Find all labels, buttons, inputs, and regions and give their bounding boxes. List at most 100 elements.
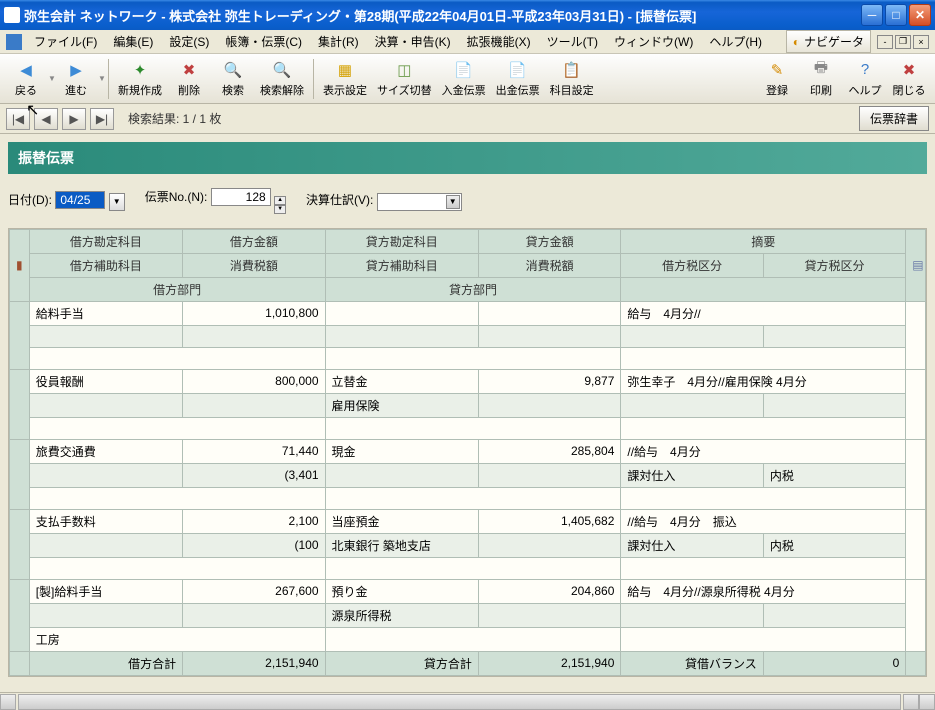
clear-search-button[interactable]: 🔍検索解除 — [255, 56, 309, 102]
menu-window[interactable]: ウィンドウ(W) — [606, 31, 701, 52]
cell-debit-tax-amt[interactable] — [183, 393, 325, 417]
minimize-button[interactable]: ─ — [861, 4, 883, 26]
cell-credit-dept[interactable] — [325, 487, 621, 509]
register-button[interactable]: ✎登録 — [755, 56, 799, 102]
row-handle[interactable] — [10, 301, 30, 369]
cell-credit-tax-cls[interactable] — [763, 325, 905, 347]
cell-debit-tax-cls[interactable] — [621, 393, 763, 417]
closing-combo[interactable]: ▼ — [377, 193, 462, 211]
scroll-left[interactable] — [0, 694, 16, 710]
cell-debit-sub[interactable] — [29, 393, 182, 417]
cell-credit-account[interactable]: 立替金 — [325, 369, 478, 393]
menu-extension[interactable]: 拡張機能(X) — [459, 31, 539, 52]
cell-debit-tax-cls[interactable] — [621, 603, 763, 627]
close-tool-button[interactable]: ✖閉じる — [887, 56, 931, 102]
cell-debit-account[interactable]: 役員報酬 — [29, 369, 182, 393]
cell-credit-tax-amt[interactable] — [478, 603, 620, 627]
cell-credit-dept[interactable] — [325, 417, 621, 439]
cell-credit-account[interactable]: 当座預金 — [325, 509, 478, 533]
cell-debit-amount[interactable]: 800,000 — [183, 369, 325, 393]
cell-credit-sub[interactable]: 源泉所得税 — [325, 603, 478, 627]
row-selector-header[interactable]: ▮ — [10, 229, 30, 301]
navigator-button[interactable]: ◐ ナビゲータ — [786, 30, 871, 53]
cell-debit-dept[interactable] — [29, 557, 325, 579]
cell-credit-amount[interactable] — [478, 301, 620, 325]
slip-number-input[interactable] — [211, 188, 271, 206]
cell-debit-tax-amt[interactable] — [183, 325, 325, 347]
delete-button[interactable]: ✖削除 — [167, 56, 211, 102]
receipt-button[interactable]: 📄入金伝票 — [437, 56, 491, 102]
cell-credit-tax-amt[interactable] — [478, 463, 620, 487]
mdi-close[interactable]: × — [913, 35, 929, 49]
cell-credit-sub[interactable]: 雇用保険 — [325, 393, 478, 417]
cell-credit-dept[interactable] — [325, 347, 621, 369]
menu-help[interactable]: ヘルプ(H) — [701, 31, 770, 52]
payment-button[interactable]: 📄出金伝票 — [491, 56, 545, 102]
maximize-button[interactable]: □ — [885, 4, 907, 26]
menu-tool[interactable]: ツール(T) — [539, 31, 606, 52]
menu-file[interactable]: ファイル(F) — [26, 31, 105, 52]
cell-credit-sub[interactable] — [325, 463, 478, 487]
forward-button[interactable]: ▶進む — [54, 56, 98, 102]
cell-abstract[interactable]: 給与 4月分// — [621, 301, 906, 325]
cell-debit-tax-amt[interactable]: (100 — [183, 533, 325, 557]
cell-note[interactable] — [906, 301, 926, 369]
cell-debit-sub[interactable] — [29, 533, 182, 557]
cell-debit-sub[interactable] — [29, 325, 182, 347]
cell-debit-account[interactable]: 支払手数料 — [29, 509, 182, 533]
cell-credit-tax-cls[interactable] — [763, 603, 905, 627]
cell-credit-dept[interactable] — [325, 557, 621, 579]
cell-abstract[interactable]: //給与 4月分 振込 — [621, 509, 906, 533]
cell-debit-sub[interactable] — [29, 463, 182, 487]
cell-note[interactable] — [906, 439, 926, 509]
print-button[interactable]: 🖶印刷 — [799, 56, 843, 102]
menu-settings[interactable]: 設定(S) — [161, 31, 217, 52]
cell-credit-amount[interactable]: 1,405,682 — [478, 509, 620, 533]
cell-blank[interactable] — [621, 627, 906, 651]
cell-blank[interactable] — [621, 557, 906, 579]
cell-credit-amount[interactable]: 9,877 — [478, 369, 620, 393]
cell-credit-tax-amt[interactable] — [478, 393, 620, 417]
cell-debit-sub[interactable] — [29, 603, 182, 627]
scroll-right[interactable] — [903, 694, 919, 710]
cell-credit-tax-cls[interactable]: 内税 — [763, 463, 905, 487]
scroll-track[interactable] — [18, 694, 901, 710]
cell-credit-amount[interactable]: 204,860 — [478, 579, 620, 603]
cell-credit-tax-amt[interactable] — [478, 533, 620, 557]
page-last[interactable]: ▶| — [90, 108, 114, 130]
cell-credit-account[interactable] — [325, 301, 478, 325]
cell-debit-amount[interactable]: 267,600 — [183, 579, 325, 603]
cell-note[interactable] — [906, 509, 926, 579]
cell-debit-amount[interactable]: 2,100 — [183, 509, 325, 533]
cell-debit-tax-amt[interactable]: (3,401 — [183, 463, 325, 487]
row-handle[interactable] — [10, 439, 30, 509]
cell-credit-sub[interactable] — [325, 325, 478, 347]
account-button[interactable]: 📋科目設定 — [545, 56, 599, 102]
cell-credit-dept[interactable] — [325, 627, 621, 651]
cell-credit-tax-cls[interactable] — [763, 393, 905, 417]
cell-credit-account[interactable]: 現金 — [325, 439, 478, 463]
cell-credit-account[interactable]: 預り金 — [325, 579, 478, 603]
cell-credit-sub[interactable]: 北東銀行 築地支店 — [325, 533, 478, 557]
menu-aggregate[interactable]: 集計(R) — [310, 31, 367, 52]
cell-debit-dept[interactable] — [29, 347, 325, 369]
row-handle[interactable] — [10, 579, 30, 651]
cell-credit-tax-cls[interactable]: 内税 — [763, 533, 905, 557]
size-button[interactable]: ◫サイズ切替 — [372, 56, 437, 102]
cell-debit-account[interactable]: 旅費交通費 — [29, 439, 182, 463]
cell-debit-dept[interactable]: 工房 — [29, 627, 325, 651]
row-handle[interactable] — [10, 369, 30, 439]
cell-debit-tax-cls[interactable]: 課対仕入 — [621, 533, 763, 557]
close-button[interactable]: ✕ — [909, 4, 931, 26]
display-button[interactable]: ▦表示設定 — [318, 56, 372, 102]
menu-ledger[interactable]: 帳簿・伝票(C) — [217, 31, 310, 52]
cell-blank[interactable] — [621, 347, 906, 369]
cell-debit-account[interactable]: 給料手当 — [29, 301, 182, 325]
help-button[interactable]: ?ヘルプ — [843, 56, 887, 102]
search-button[interactable]: 🔍検索 — [211, 56, 255, 102]
cell-abstract[interactable]: 給与 4月分//源泉所得税 4月分 — [621, 579, 906, 603]
row-handle[interactable] — [10, 509, 30, 579]
cell-debit-tax-amt[interactable] — [183, 603, 325, 627]
slip-up[interactable]: ▲ — [274, 196, 286, 205]
page-prev[interactable]: ◀ — [34, 108, 58, 130]
